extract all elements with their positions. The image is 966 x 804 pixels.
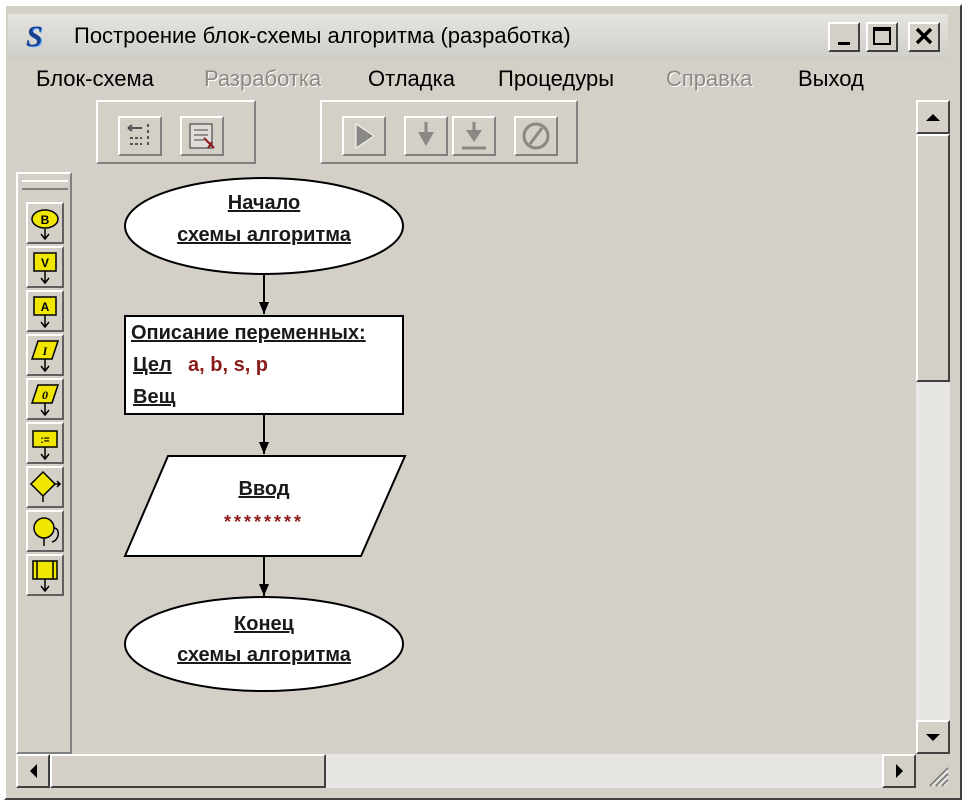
window-title: Построение блок-схемы алгоритма (разрабо…	[74, 23, 571, 48]
close-icon	[915, 27, 933, 45]
output-block-icon: 0	[30, 384, 60, 417]
menu-debug[interactable]: Отладка	[368, 66, 455, 92]
loop-block-button[interactable]	[26, 510, 64, 552]
scroll-down-button[interactable]	[916, 720, 950, 754]
vars-real-label: Вещ	[133, 386, 176, 408]
menu-development[interactable]: Разработка	[204, 66, 321, 92]
assign-glyph: :=	[40, 435, 49, 446]
input-block-icon: I	[30, 340, 60, 373]
resize-grip-icon	[929, 767, 949, 787]
block-palette: B V A I 0 :=	[16, 172, 72, 754]
vars-int-values: a, b, s, p	[188, 354, 269, 376]
vars-heading: Описание переменных:	[131, 322, 366, 344]
resize-grip[interactable]	[916, 754, 950, 788]
step-over-icon	[462, 122, 486, 150]
menu-bar: Блок-схема Разработка Отладка Процедуры …	[8, 62, 948, 96]
output-glyph: 0	[42, 388, 48, 402]
horizontal-scrollbar[interactable]	[16, 754, 916, 788]
procedure-block-button[interactable]	[26, 554, 64, 596]
menu-block-scheme[interactable]: Блок-схема	[36, 66, 154, 92]
align-icon	[127, 124, 149, 148]
arrow-left-icon	[30, 764, 37, 778]
array-block-button[interactable]: A	[26, 290, 64, 332]
arrow-up-icon	[926, 114, 940, 121]
close-button[interactable]	[908, 22, 940, 52]
arrow-head	[259, 302, 269, 314]
app-logo-icon: S	[26, 20, 43, 53]
input-block-button[interactable]: I	[26, 334, 64, 376]
arrow-head	[259, 584, 269, 596]
output-block-button[interactable]: 0	[26, 378, 64, 420]
menu-exit[interactable]: Выход	[798, 66, 864, 92]
flowchart-canvas[interactable]: Начало схемы алгоритма Описание переменн…	[80, 172, 916, 754]
menu-help[interactable]: Справка	[666, 66, 752, 92]
vertical-scrollbar[interactable]	[916, 100, 950, 754]
end-label-line2: схемы алгоритма	[177, 644, 351, 666]
condition-block-button[interactable]	[26, 466, 64, 508]
start-label-line2: схемы алгоритма	[177, 224, 351, 246]
array-block-icon: A	[33, 296, 57, 329]
variables-block-button[interactable]: V	[26, 246, 64, 288]
maximize-icon	[873, 27, 891, 45]
menu-procedures[interactable]: Процедуры	[498, 66, 614, 92]
minimize-button[interactable]	[828, 22, 860, 52]
minimize-icon	[838, 42, 850, 45]
arrow-head	[259, 442, 269, 454]
edit-scheme-button[interactable]	[180, 116, 224, 156]
scroll-up-button[interactable]	[916, 100, 950, 134]
begin-glyph: B	[41, 213, 50, 227]
vars-int-label: Цел	[133, 354, 172, 376]
end-label-line1: Конец	[234, 613, 294, 635]
begin-block-icon: B	[31, 209, 59, 241]
arrow-right-icon	[896, 764, 903, 778]
arrow-down-icon	[926, 734, 940, 741]
variables-block-icon: V	[33, 252, 57, 285]
assign-block-button[interactable]: :=	[26, 422, 64, 464]
run-icon	[355, 123, 375, 149]
scroll-left-button[interactable]	[16, 754, 50, 788]
loop-block-icon	[33, 517, 59, 546]
vertical-scroll-thumb[interactable]	[916, 134, 950, 382]
step-icon	[418, 122, 434, 146]
scroll-right-button[interactable]	[882, 754, 916, 788]
input-block[interactable]	[123, 455, 407, 557]
toolbar-group-edit	[96, 100, 256, 164]
title-bar[interactable]: S Построение блок-схемы алгоритма (разра…	[8, 14, 948, 60]
array-glyph: A	[41, 300, 50, 314]
stop-icon	[522, 122, 550, 150]
input-label: Ввод	[238, 478, 290, 500]
step-over-button[interactable]	[452, 116, 496, 156]
step-button[interactable]	[404, 116, 448, 156]
edit-scheme-icon	[189, 123, 215, 149]
run-button[interactable]	[342, 116, 386, 156]
assign-block-icon: :=	[32, 430, 58, 461]
start-label-line1: Начало	[227, 192, 301, 214]
align-button[interactable]	[118, 116, 162, 156]
horizontal-scroll-thumb[interactable]	[50, 754, 326, 788]
condition-block-icon	[29, 470, 62, 502]
maximize-button[interactable]	[866, 22, 898, 52]
procedure-block-icon	[32, 560, 58, 593]
stop-button[interactable]	[514, 116, 558, 156]
begin-block-button[interactable]: B	[26, 202, 64, 244]
toolbar-group-debug	[320, 100, 578, 164]
palette-grip[interactable]	[22, 180, 68, 190]
input-placeholder: ********	[223, 512, 305, 532]
variables-glyph: V	[41, 256, 49, 270]
